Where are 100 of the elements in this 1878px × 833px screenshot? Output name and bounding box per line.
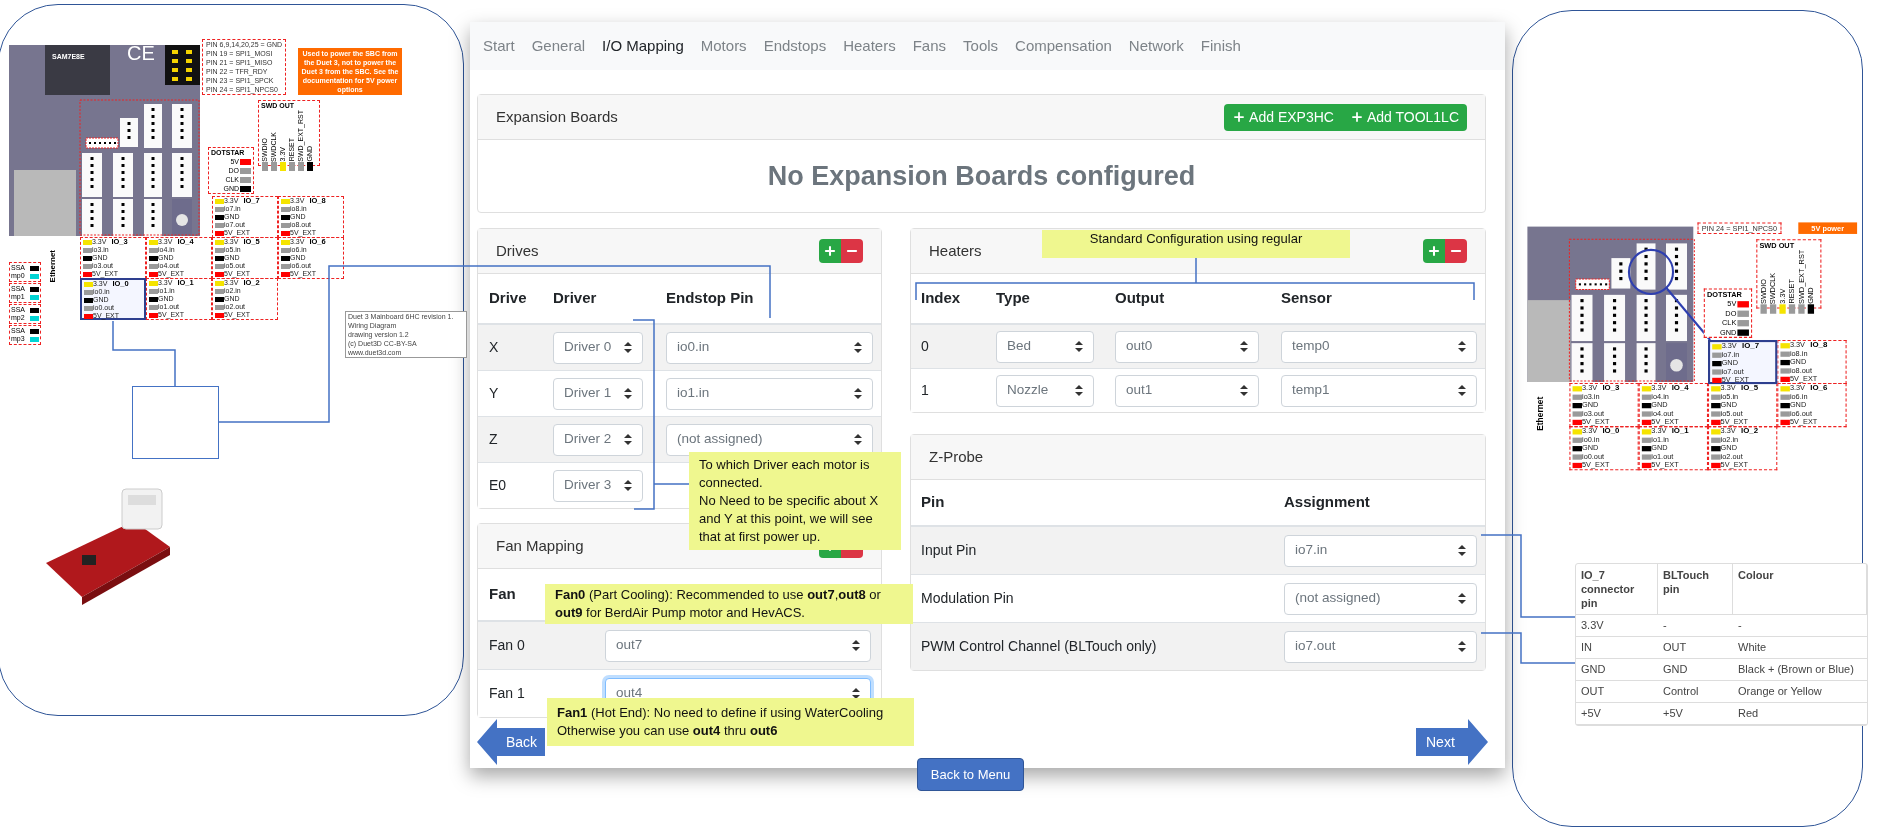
add-button[interactable] bbox=[1423, 239, 1445, 263]
table-cell-text: White bbox=[1737, 640, 1768, 656]
table-cell-text: Input Pin bbox=[921, 541, 977, 560]
connector-line bbox=[112, 320, 176, 387]
sort-arrows-icon bbox=[1240, 341, 1248, 352]
table-cell-text: GND bbox=[1580, 662, 1607, 678]
table-cell-text: PWM Control Channel (BLTouch only) bbox=[921, 637, 1157, 656]
table-cell-text: - bbox=[1662, 618, 1668, 634]
column-header: Pin bbox=[921, 492, 945, 513]
table-cell-text: GND bbox=[1662, 662, 1689, 678]
nav-tab[interactable]: Tools bbox=[963, 34, 999, 58]
sort-arrows-icon bbox=[852, 688, 860, 699]
add-board-button[interactable]: Add TOOL1LC bbox=[1341, 103, 1467, 131]
card-title: Drives bbox=[496, 240, 539, 261]
sort-arrows-icon bbox=[1458, 545, 1466, 556]
select-field[interactable]: Bed bbox=[996, 330, 1094, 363]
add-board-button[interactable]: Add EXP3HC bbox=[1224, 103, 1342, 131]
select-field[interactable]: temp0 bbox=[1281, 330, 1477, 363]
port-label: Ethernet bbox=[1534, 396, 1547, 431]
nav-tab[interactable]: General bbox=[531, 34, 586, 58]
column-header: Output bbox=[1115, 288, 1165, 309]
select-field[interactable]: Driver 1 bbox=[553, 377, 643, 410]
callout-text: Otherwise you can use out4 thru out6 bbox=[557, 722, 779, 740]
table-cell-text: 1 bbox=[921, 381, 929, 400]
table-cell-text: - bbox=[1737, 618, 1743, 634]
column-header: Assignment bbox=[1284, 492, 1370, 513]
nav-tab[interactable]: Motors bbox=[700, 34, 747, 58]
sort-arrows-icon bbox=[854, 342, 862, 353]
sort-arrows-icon bbox=[1458, 341, 1466, 352]
column-header: Driver bbox=[553, 288, 597, 309]
table-cell-text: 0 bbox=[921, 337, 929, 356]
sort-arrows-icon bbox=[624, 342, 632, 353]
nav-tab[interactable]: Fans bbox=[912, 34, 947, 58]
card-title: Z-Probe bbox=[929, 446, 984, 467]
select-field[interactable]: out7 bbox=[605, 629, 871, 662]
plus-icon bbox=[1349, 110, 1364, 124]
select-field[interactable]: (not assigned) bbox=[666, 423, 873, 456]
select-field[interactable]: io0.in bbox=[666, 331, 873, 364]
back-to-menu-button[interactable]: Back to Menu bbox=[917, 758, 1024, 791]
table-cell-text: Fan 1 bbox=[489, 684, 525, 703]
select-field[interactable]: Nozzle bbox=[996, 374, 1094, 407]
back-button[interactable]: Back bbox=[477, 719, 545, 765]
nav-tab[interactable]: Compensation bbox=[1015, 34, 1112, 58]
table-cell-text: OUT bbox=[1580, 684, 1606, 700]
column-header: Colour bbox=[1733, 564, 1867, 614]
select-field[interactable]: Driver 2 bbox=[553, 423, 643, 456]
remove-button[interactable] bbox=[1445, 239, 1467, 263]
table-cell-text: Control bbox=[1662, 684, 1700, 700]
select-field[interactable]: Driver 3 bbox=[553, 469, 643, 502]
plus-icon bbox=[1232, 110, 1247, 124]
port-label: Ethernet bbox=[47, 250, 58, 283]
next-button[interactable]: Next bbox=[1416, 719, 1488, 765]
table-cell-text: Fan 0 bbox=[489, 636, 525, 655]
column-header: IO_7 connector pin bbox=[1576, 564, 1658, 614]
table-cell-text: +5V bbox=[1580, 706, 1602, 722]
table-cell-text: Z bbox=[489, 430, 498, 449]
nav-tab[interactable]: Heaters bbox=[843, 34, 896, 58]
card-title: Expansion Boards bbox=[496, 106, 618, 127]
table-cell-text: 3.3V bbox=[1580, 618, 1605, 634]
select-field[interactable]: Driver 0 bbox=[553, 331, 643, 364]
sort-arrows-icon bbox=[1458, 593, 1466, 604]
sort-arrows-icon bbox=[624, 434, 632, 445]
select-field[interactable]: out1 bbox=[1115, 374, 1259, 407]
table-cell-text: Orange or Yellow bbox=[1737, 684, 1823, 700]
column-header: BLTouch pin bbox=[1658, 564, 1733, 614]
nav-tab[interactable]: Start bbox=[483, 34, 515, 58]
column-header: Drive bbox=[489, 288, 527, 309]
select-field[interactable]: io7.in bbox=[1284, 534, 1477, 567]
plus-icon bbox=[823, 244, 837, 258]
card-title: Fan Mapping bbox=[496, 535, 584, 556]
select-field[interactable]: out0 bbox=[1115, 330, 1259, 363]
callout-text: No Need to be specific about X and Y at this point, we will see that at first power up. bbox=[699, 492, 880, 546]
column-header: Index bbox=[921, 288, 961, 309]
column-header: Fan bbox=[489, 584, 516, 605]
sort-arrows-icon bbox=[1458, 641, 1466, 652]
add-button[interactable] bbox=[819, 239, 841, 263]
select-field[interactable]: (not assigned) bbox=[1284, 582, 1477, 615]
column-header: Type bbox=[996, 288, 1030, 309]
select-field[interactable]: io1.in bbox=[666, 377, 873, 410]
table-cell-text: OUT bbox=[1662, 640, 1688, 656]
select-field[interactable]: temp1 bbox=[1281, 374, 1477, 407]
column-header: Endstop Pin bbox=[666, 288, 754, 309]
sort-arrows-icon bbox=[1075, 385, 1083, 396]
empty-message: No Expansion Boards configured bbox=[767, 159, 1196, 193]
sort-arrows-icon bbox=[1240, 385, 1248, 396]
nav-tab[interactable]: Network bbox=[1128, 34, 1184, 58]
sort-arrows-icon bbox=[1075, 341, 1083, 352]
card-title: Heaters bbox=[929, 240, 982, 261]
select-field[interactable]: io7.out bbox=[1284, 630, 1477, 663]
table-cell-text: E0 bbox=[489, 476, 507, 495]
column-header: Sensor bbox=[1281, 288, 1332, 309]
callout-text: Fan0 (Part Cooling): Recommended to use out7,out8 or out9 for BerdAir Pump motor and HevACS. bbox=[555, 586, 882, 622]
nav-tab[interactable]: Finish bbox=[1200, 34, 1241, 58]
nav-tab[interactable]: I/O Mapping bbox=[602, 34, 684, 58]
nav-tab[interactable]: Endstops bbox=[763, 34, 827, 58]
table-cell-text: Y bbox=[489, 384, 499, 403]
certification-mark: CE bbox=[127, 42, 155, 64]
table-cell-text: IN bbox=[1580, 640, 1593, 656]
table-cell-text: +5V bbox=[1662, 706, 1684, 722]
remove-button[interactable] bbox=[841, 239, 863, 263]
